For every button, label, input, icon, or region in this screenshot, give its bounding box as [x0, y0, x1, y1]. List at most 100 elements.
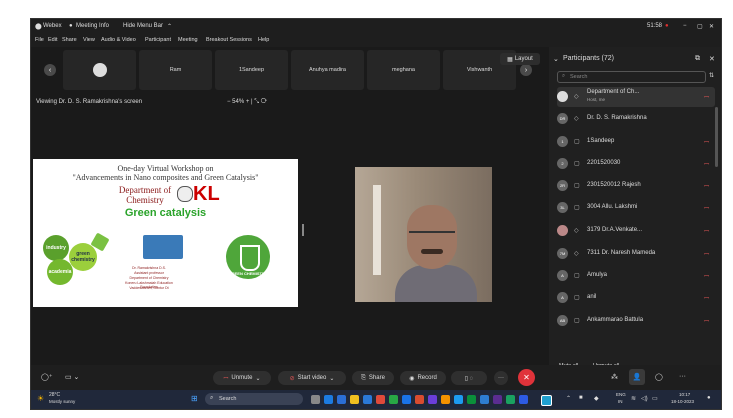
- more-button[interactable]: ···: [494, 371, 508, 385]
- participant-search-input[interactable]: ⌕ Search: [557, 71, 706, 83]
- layout-button[interactable]: ▦ Layout: [500, 53, 540, 65]
- tray-chevron-up-icon[interactable]: ⌃: [566, 395, 571, 402]
- zoom-more-icon[interactable]: | ⤡ ⟳: [251, 99, 267, 105]
- mail-icon[interactable]: [363, 395, 372, 404]
- task-view-icon[interactable]: [311, 395, 320, 404]
- breakout-icon[interactable]: ⁂: [611, 373, 618, 381]
- menu-bar: File Edit Share View Audio & Video Parti…: [31, 35, 721, 47]
- more-panels-icon[interactable]: ···: [679, 373, 686, 380]
- participant-tile[interactable]: [63, 50, 136, 90]
- menu-meeting[interactable]: Meeting: [178, 37, 198, 43]
- participant-name: 2201520030: [587, 160, 621, 166]
- chevron-down-icon[interactable]: ⌄: [255, 375, 260, 382]
- strip-next-button[interactable]: ›: [520, 64, 532, 76]
- clock-time[interactable]: 10:17: [679, 392, 690, 397]
- avatar: 2R: [557, 180, 568, 191]
- viewing-label: Viewing Dr. D. S. Ramakrishna's screen: [36, 99, 143, 105]
- participant-row[interactable]: ◇ 3179 Dr.A.Venkate... ꟷ: [557, 221, 715, 241]
- presenter-name: Dr. Ramakrishna D.S.: [132, 266, 166, 270]
- participant-tile[interactable]: meghana: [367, 50, 440, 90]
- popout-icon[interactable]: ⧉: [695, 55, 700, 63]
- panel-close-icon[interactable]: ✕: [709, 55, 715, 63]
- menu-participant[interactable]: Participant: [145, 37, 171, 43]
- volume-icon[interactable]: ◁): [641, 395, 648, 402]
- notification-icon[interactable]: ●: [707, 395, 711, 401]
- chevron-up-icon[interactable]: ⌃: [167, 23, 172, 30]
- participant-row[interactable]: 1 ▢ 1Sandeep ꟷ: [557, 132, 715, 152]
- collapse-chevron-icon[interactable]: ⌄: [553, 55, 559, 63]
- apps-button[interactable]: ▯ ◌: [451, 371, 487, 385]
- split-handle[interactable]: [302, 224, 304, 236]
- language-code[interactable]: ENG: [616, 392, 626, 397]
- powerpoint-icon[interactable]: [415, 395, 424, 404]
- edge-icon[interactable]: [324, 395, 333, 404]
- app-icon[interactable]: [389, 395, 398, 404]
- participant-row[interactable]: 7M ◇ 7311 Dr. Naresh Mameda ꟷ: [557, 244, 715, 264]
- participant-row[interactable]: AB ▢ Ankammarao Battula ꟷ: [557, 311, 715, 331]
- chrome-icon[interactable]: [467, 395, 476, 404]
- app-icon[interactable]: [519, 395, 528, 404]
- menu-view[interactable]: View: [83, 37, 95, 43]
- webex-taskbar-icon[interactable]: [506, 395, 515, 404]
- participant-row[interactable]: DR ◇ Dr. D. S. Ramakrishna: [557, 109, 715, 129]
- panel-scrollbar[interactable]: [715, 107, 718, 167]
- app-icon[interactable]: [480, 395, 489, 404]
- menu-audio-video[interactable]: Audio & Video: [101, 37, 136, 43]
- menu-share[interactable]: Share: [62, 37, 77, 43]
- taskbar-search-input[interactable]: ⌕ Search: [205, 393, 303, 405]
- info-icon: ●: [69, 23, 73, 29]
- menu-file[interactable]: File: [35, 37, 44, 43]
- participant-name: 7311 Dr. Naresh Mameda: [587, 250, 656, 256]
- menu-edit[interactable]: Edit: [48, 37, 57, 43]
- participant-tile[interactable]: 1Sandeep: [215, 50, 288, 90]
- device-icon: ▢: [574, 295, 580, 301]
- participant-tile[interactable]: Ram: [139, 50, 212, 90]
- battery-icon[interactable]: ▭: [652, 395, 658, 402]
- file-explorer-icon[interactable]: [350, 395, 359, 404]
- sort-icon[interactable]: ⇅: [709, 72, 714, 79]
- hide-menu-bar-button[interactable]: Hide Menu Bar: [123, 23, 163, 29]
- reactions-icon[interactable]: ◯⁺: [41, 373, 53, 381]
- tray-app-icon[interactable]: ◆: [594, 395, 599, 402]
- participant-row[interactable]: A ▢ Amulya ꟷ: [557, 266, 715, 286]
- app-icon[interactable]: [454, 395, 463, 404]
- close-button[interactable]: ✕: [709, 23, 714, 30]
- share-button[interactable]: ⎘ Share: [352, 371, 394, 385]
- participant-row[interactable]: 2R ▢ 2301520012 Rajesh ꟷ: [557, 176, 715, 196]
- maximize-button[interactable]: ▢: [697, 23, 703, 30]
- leave-meeting-button[interactable]: ✕: [518, 369, 535, 386]
- app-icon[interactable]: [493, 395, 502, 404]
- active-app-icon[interactable]: [541, 395, 552, 406]
- clock-date[interactable]: 18-10-2023: [671, 399, 694, 404]
- zoom-control[interactable]: − 54% + | ⤡ ⟳: [227, 99, 267, 106]
- app-icon[interactable]: [376, 395, 385, 404]
- start-video-button[interactable]: ⊘ Start video ⌄: [278, 371, 346, 385]
- chat-icon[interactable]: ◯: [655, 373, 663, 381]
- muted-mic-icon: ꟷ: [704, 274, 709, 280]
- teams-icon[interactable]: [428, 395, 437, 404]
- participants-toggle-icon[interactable]: 👤: [629, 369, 645, 385]
- app-icon[interactable]: [337, 395, 346, 404]
- menu-breakout-sessions[interactable]: Breakout Sessions: [206, 37, 252, 43]
- participant-row[interactable]: A ▢ anil ꟷ: [557, 288, 715, 308]
- participant-row[interactable]: ◇ Department of Ch... Host, me ꟷ: [557, 87, 715, 107]
- app-icon[interactable]: [441, 395, 450, 404]
- participant-row[interactable]: 3L ▢ 3004 Allu. Lakshmi ꟷ: [557, 198, 715, 218]
- meeting-info-button[interactable]: Meeting Info: [76, 23, 109, 29]
- language-region[interactable]: IN: [618, 399, 623, 404]
- word-icon[interactable]: [402, 395, 411, 404]
- unmute-button[interactable]: ꟷ Unmute ⌄: [213, 371, 271, 385]
- layout-label: Layout: [514, 56, 533, 62]
- tray-app-icon[interactable]: ■: [579, 395, 583, 401]
- share-icon: ⎘: [361, 374, 366, 381]
- wifi-icon[interactable]: ≋: [631, 395, 636, 402]
- record-button[interactable]: ◉ Record: [400, 371, 446, 385]
- chevron-down-icon[interactable]: ⌄: [329, 375, 334, 382]
- menu-help[interactable]: Help: [258, 37, 269, 43]
- minimize-button[interactable]: −: [683, 23, 687, 29]
- participant-row[interactable]: 2 ▢ 2201520030 ꟷ: [557, 154, 715, 174]
- windows-start-icon[interactable]: ⊞: [191, 394, 198, 403]
- captions-icon[interactable]: ▭ ⌄: [65, 373, 79, 381]
- strip-prev-button[interactable]: ‹: [44, 64, 56, 76]
- participant-tile[interactable]: Anuhya madira: [291, 50, 364, 90]
